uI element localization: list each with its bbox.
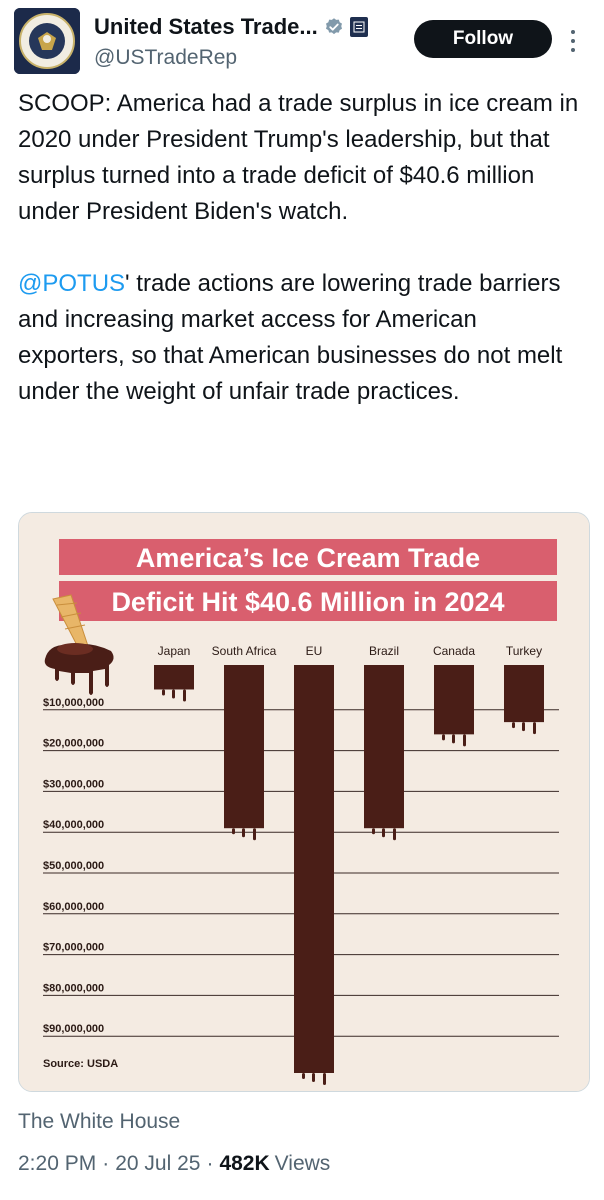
- bar-japan: [154, 665, 194, 690]
- chart-title-line1: America’s Ice Cream Trade: [136, 543, 480, 573]
- affiliation-badge-icon[interactable]: [349, 17, 368, 37]
- bar-drip: [452, 734, 455, 744]
- bar-drip: [302, 1073, 305, 1079]
- bar-drip: [393, 828, 396, 841]
- tweet-paragraph-2: @POTUS' trade actions are lowering trade…: [18, 266, 588, 410]
- bar-drip: [232, 828, 235, 835]
- y-tick-label: $70,000,000: [43, 942, 104, 954]
- category-label: Brazil: [369, 644, 399, 658]
- views-count: 482K: [219, 1152, 270, 1175]
- y-axis-tick-labels: $10,000,000 $20,000,000 $30,000,000 $40,000…: [43, 697, 104, 1035]
- bar-drip: [323, 1073, 326, 1085]
- bar-south-africa: [224, 665, 264, 829]
- seal-icon: [14, 8, 80, 74]
- bar-canada: [434, 665, 474, 735]
- bar-drip: [522, 722, 525, 732]
- tweet-meta: 2:20 PM · 20 Jul 25 · 482K Views: [18, 1152, 330, 1176]
- bar-turkey: [504, 665, 544, 723]
- more-options-icon[interactable]: [566, 26, 580, 56]
- verified-badge-icon: [325, 18, 342, 35]
- account-handle[interactable]: @USTradeRep: [94, 46, 237, 70]
- bar-drip: [162, 689, 165, 696]
- bar-eu: [294, 665, 334, 1073]
- views-label: Views: [274, 1152, 331, 1175]
- y-tick-label: $40,000,000: [43, 819, 104, 831]
- ice-cream-deficit-chart: America’s Ice Cream Trade Deficit Hit $4…: [19, 513, 589, 1091]
- y-tick-label: $50,000,000: [43, 860, 104, 872]
- tweet-header: United States Trade... @USTradeRep Follo…: [0, 0, 604, 80]
- bar-drip: [312, 1073, 315, 1082]
- y-tick-label: $60,000,000: [43, 901, 104, 913]
- tweet-time[interactable]: 2:20 PM: [18, 1152, 96, 1176]
- bar-drip: [183, 689, 186, 702]
- tweet-date[interactable]: 20 Jul 25: [115, 1152, 200, 1176]
- bar-drip: [172, 689, 175, 699]
- tweet-paragraph-1: SCOOP: America had a trade surplus in ic…: [18, 90, 579, 225]
- follow-button[interactable]: Follow: [414, 20, 552, 58]
- chart-source: Source: USDA: [43, 1058, 118, 1070]
- bar-drip: [442, 734, 445, 741]
- bar-drip: [242, 828, 245, 838]
- y-tick-label: $30,000,000: [43, 778, 104, 790]
- bar-drip: [253, 828, 256, 841]
- bar-drip: [512, 722, 515, 729]
- category-label: Canada: [433, 644, 475, 658]
- category-label: South Africa: [212, 644, 277, 658]
- category-label: EU: [306, 644, 323, 658]
- separator-dot: ·: [102, 1152, 110, 1175]
- bar-brazil: [364, 665, 404, 829]
- bar-drip: [382, 828, 385, 838]
- account-name[interactable]: United States Trade...: [94, 14, 318, 40]
- category-label: Japan: [158, 644, 191, 658]
- category-label: Turkey: [506, 644, 542, 658]
- y-tick-label: $80,000,000: [43, 982, 104, 994]
- y-tick-label: $10,000,000: [43, 697, 104, 709]
- y-tick-label: $20,000,000: [43, 738, 104, 750]
- bar-drip: [463, 734, 466, 747]
- bar-drip: [533, 722, 536, 735]
- avatar[interactable]: [14, 8, 80, 74]
- mention-link[interactable]: @POTUS: [18, 270, 125, 297]
- name-row: United States Trade...: [94, 14, 368, 40]
- tweet-source[interactable]: The White House: [18, 1110, 180, 1134]
- separator-dot: ·: [206, 1152, 214, 1175]
- y-tick-label: $90,000,000: [43, 1023, 104, 1035]
- tweet-text: SCOOP: America had a trade surplus in ic…: [18, 86, 588, 410]
- chart-title-line2: Deficit Hit $40.6 Million in 2024: [111, 587, 504, 617]
- tweet-image[interactable]: America’s Ice Cream Trade Deficit Hit $4…: [18, 512, 590, 1092]
- bar-drip: [372, 828, 375, 835]
